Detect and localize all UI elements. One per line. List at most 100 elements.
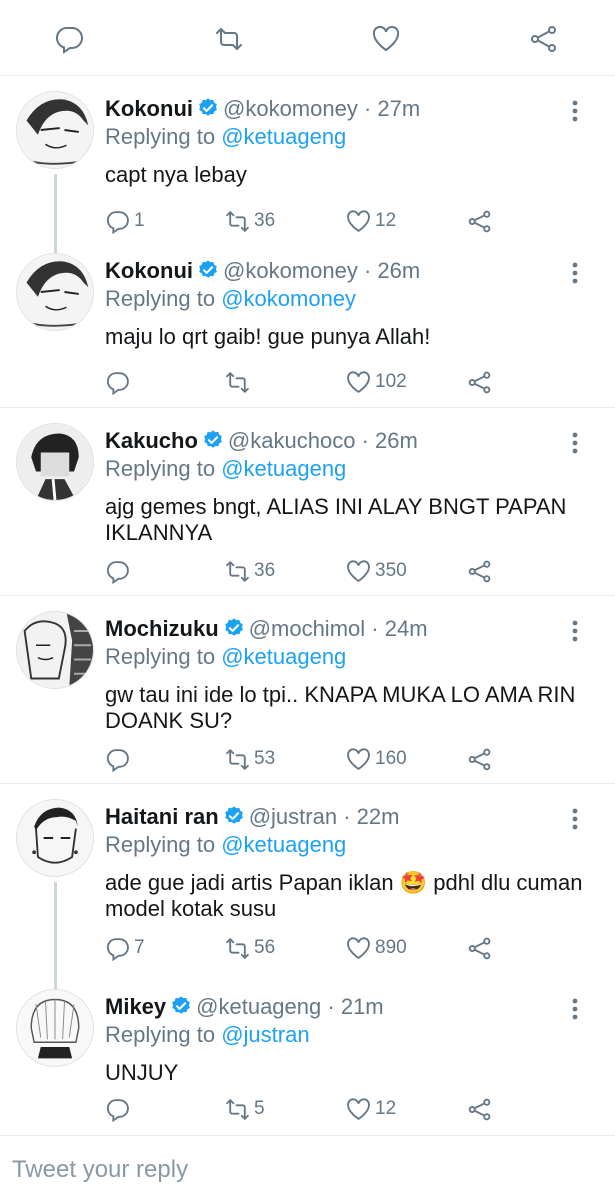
reply-button[interactable]: 1 [105, 206, 145, 236]
tweet-actions: 5 12 [105, 1094, 505, 1124]
verified-icon [223, 617, 245, 639]
timestamp[interactable]: 26m [377, 258, 420, 283]
replying-to: Replying to @ketuageng [105, 456, 346, 482]
like-icon[interactable] [369, 22, 403, 56]
more-options-icon[interactable] [565, 618, 585, 644]
timestamp[interactable]: 24m [385, 616, 428, 641]
tweet-text: ajg gemes bngt, ALIAS INI ALAY BNGT PAPA… [105, 494, 567, 545]
retweet-count: 56 [254, 937, 276, 958]
timestamp[interactable]: 22m [357, 804, 400, 829]
handle[interactable]: @kokomoney [223, 96, 358, 121]
avatar[interactable] [16, 423, 94, 501]
tweet-text: capt nya lebay [105, 162, 247, 187]
like-button[interactable]: 12 [346, 1094, 396, 1124]
like-button[interactable]: 12 [346, 206, 396, 236]
like-button[interactable]: 160 [346, 744, 407, 774]
more-options-icon[interactable] [565, 98, 585, 124]
tweet-text: UNJUY [105, 1060, 179, 1085]
more-options-icon[interactable] [565, 260, 585, 286]
tweet[interactable]: Mikey @ketuageng · 21m Replying to @justra… [0, 974, 615, 1135]
tweet-header: Mikey @ketuageng · 21m [105, 994, 384, 1020]
replying-to-label: Replying to [105, 832, 216, 857]
share-button[interactable] [467, 744, 496, 774]
tweet-action-bar [0, 0, 615, 76]
mention-link[interactable]: @kokomoney [221, 286, 356, 311]
share-button[interactable] [467, 933, 496, 963]
handle[interactable]: @kokomoney [223, 258, 358, 283]
tweet-actions: 1 36 12 [105, 206, 505, 236]
share-button[interactable] [467, 1094, 496, 1124]
reply-button[interactable] [105, 1094, 134, 1124]
avatar[interactable] [16, 799, 94, 877]
share-icon[interactable] [527, 22, 561, 56]
retweet-button[interactable]: 56 [225, 933, 275, 963]
avatar[interactable] [16, 989, 94, 1067]
tweet[interactable]: Haitani ran @justran · 22m Replying to @ke… [0, 784, 615, 974]
verified-icon [223, 805, 245, 827]
more-options-icon[interactable] [565, 996, 585, 1022]
separator-dot: · [371, 616, 379, 641]
handle[interactable]: @kakuchoco [228, 428, 356, 453]
mention-link[interactable]: @ketuageng [221, 832, 346, 857]
handle[interactable]: @ketuageng [196, 994, 321, 1019]
like-icon [346, 936, 375, 961]
mention-link[interactable]: @ketuageng [221, 124, 346, 149]
handle[interactable]: @justran [249, 804, 337, 829]
like-icon [346, 370, 375, 395]
avatar[interactable] [16, 253, 94, 331]
retweet-button[interactable]: 5 [225, 1094, 265, 1124]
share-button[interactable] [467, 206, 496, 236]
handle[interactable]: @mochimol [249, 616, 365, 641]
like-button[interactable]: 890 [346, 933, 407, 963]
mention-link[interactable]: @ketuageng [221, 644, 346, 669]
reply-button[interactable] [105, 744, 134, 774]
tweet[interactable]: Kokonui @kokomoney · 26m Replying to @koko… [0, 238, 615, 408]
replying-to: Replying to @kokomoney [105, 286, 356, 312]
avatar[interactable] [16, 91, 94, 169]
retweet-icon[interactable] [212, 22, 246, 56]
display-name[interactable]: Mikey [105, 994, 166, 1019]
reply-button[interactable]: 7 [105, 933, 145, 963]
tweet[interactable]: Kokonui @kokomoney · 27m Replying to @ketu… [0, 76, 615, 238]
display-name[interactable]: Mochizuku [105, 616, 219, 641]
retweet-button[interactable]: 36 [225, 556, 275, 586]
share-icon [467, 936, 496, 961]
share-button[interactable] [467, 556, 496, 586]
like-button[interactable]: 102 [346, 367, 407, 397]
timestamp[interactable]: 26m [375, 428, 418, 453]
display-name[interactable]: Kokonui [105, 258, 193, 283]
mention-link[interactable]: @justran [221, 1022, 309, 1047]
separator-dot: · [361, 428, 369, 453]
retweet-icon [225, 370, 254, 395]
tweet-actions: 53 160 [105, 744, 505, 774]
tweet[interactable]: Mochizuku @mochimol · 24m Replying to @ket… [0, 596, 615, 784]
like-count: 12 [375, 1098, 397, 1119]
more-options-icon[interactable] [565, 806, 585, 832]
retweet-button[interactable] [225, 367, 254, 397]
timestamp[interactable]: 21m [341, 994, 384, 1019]
retweet-button[interactable]: 53 [225, 744, 275, 774]
reply-icon [105, 209, 134, 234]
retweet-icon [225, 209, 254, 234]
display-name[interactable]: Kakucho [105, 428, 198, 453]
reply-composer[interactable]: Tweet your reply [0, 1135, 615, 1200]
share-button[interactable] [467, 367, 496, 397]
reply-button[interactable] [105, 367, 134, 397]
display-name[interactable]: Haitani ran [105, 804, 219, 829]
reply-button[interactable] [105, 556, 134, 586]
mention-link[interactable]: @ketuageng [221, 456, 346, 481]
tweet-header: Kokonui @kokomoney · 27m [105, 96, 420, 122]
reply-icon[interactable] [52, 22, 86, 56]
thread-line [54, 174, 57, 253]
verified-icon [170, 995, 192, 1017]
tweet-header: Mochizuku @mochimol · 24m [105, 616, 428, 642]
reply-input-placeholder[interactable]: Tweet your reply [12, 1156, 188, 1184]
timestamp[interactable]: 27m [377, 96, 420, 121]
avatar[interactable] [16, 611, 94, 689]
like-button[interactable]: 350 [346, 556, 407, 586]
retweet-icon [225, 559, 254, 584]
retweet-button[interactable]: 36 [225, 206, 275, 236]
more-options-icon[interactable] [565, 430, 585, 456]
tweet[interactable]: Kakucho @kakuchoco · 26m Replying to @ketu… [0, 408, 615, 596]
display-name[interactable]: Kokonui [105, 96, 193, 121]
